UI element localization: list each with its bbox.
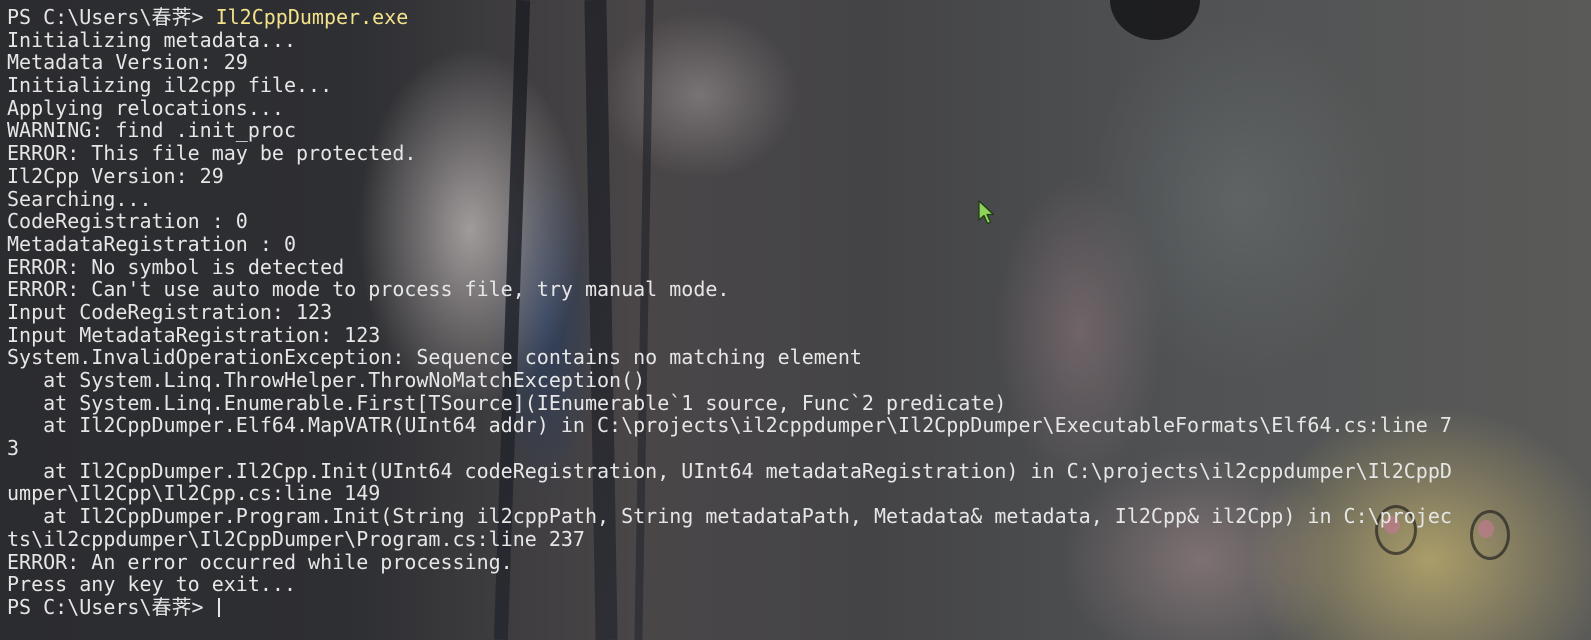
output-line: Initializing il2cpp file... bbox=[7, 73, 333, 98]
stack-trace-line: ts\il2cppdumper\Il2CppDumper\Program.cs:… bbox=[7, 526, 585, 551]
output-line: Input CodeRegistration: 123 bbox=[7, 299, 333, 324]
stack-trace-line: at Il2CppDumper.Elf64.MapVATR(UInt64 add… bbox=[7, 413, 1452, 438]
mouse-pointer-icon bbox=[978, 200, 995, 225]
output-line: Initializing metadata... bbox=[7, 27, 296, 52]
command-text: Il2CppDumper.exe bbox=[215, 5, 409, 29]
text-cursor bbox=[217, 597, 220, 617]
output-line: Metadata Version: 29 bbox=[7, 50, 248, 75]
output-line: Input MetadataRegistration: 123 bbox=[7, 322, 381, 347]
prompt: PS C:\Users\春荠> bbox=[7, 594, 216, 619]
output-line: MetadataRegistration : 0 bbox=[7, 231, 296, 256]
output-line: CodeRegistration : 0 bbox=[7, 209, 248, 234]
warning-line: WARNING: find .init_proc bbox=[7, 118, 296, 143]
command-line: PS C:\Users\春荠> Il2CppDumper.exe bbox=[7, 6, 1591, 29]
stack-trace-line: at Il2CppDumper.Il2Cpp.Init(UInt64 codeR… bbox=[7, 458, 1452, 483]
stack-trace-line: at System.Linq.Enumerable.First[TSource]… bbox=[7, 390, 1007, 415]
stack-trace-line: at System.Linq.ThrowHelper.ThrowNoMatchE… bbox=[7, 368, 646, 392]
terminal-output[interactable]: PS C:\Users\春荠> Il2CppDumper.exe Initial… bbox=[7, 6, 1591, 619]
stack-trace-line: 3 bbox=[7, 436, 20, 461]
error-line: ERROR: Can't use auto mode to process fi… bbox=[7, 277, 730, 302]
error-line: ERROR: An error occurred while processin… bbox=[7, 549, 513, 574]
error-line: ERROR: This file may be protected. bbox=[7, 141, 417, 166]
output-line: Il2Cpp Version: 29 bbox=[7, 163, 224, 188]
output-line: Press any key to exit... bbox=[7, 572, 296, 597]
stack-trace-line: at Il2CppDumper.Program.Init(String il2c… bbox=[7, 504, 1452, 529]
prompt: PS C:\Users\春荠> bbox=[7, 5, 216, 29]
input-line[interactable]: PS C:\Users\春荠> bbox=[7, 596, 1591, 619]
exception-line: System.InvalidOperationException: Sequen… bbox=[7, 345, 862, 370]
output-line: Searching... bbox=[7, 186, 152, 211]
output-line: Applying relocations... bbox=[7, 95, 284, 120]
stack-trace-line: umper\Il2Cpp\Il2Cpp.cs:line 149 bbox=[7, 481, 381, 506]
error-line: ERROR: No symbol is detected bbox=[7, 254, 345, 279]
terminal-window[interactable]: PS C:\Users\春荠> Il2CppDumper.exe Initial… bbox=[0, 0, 1591, 640]
